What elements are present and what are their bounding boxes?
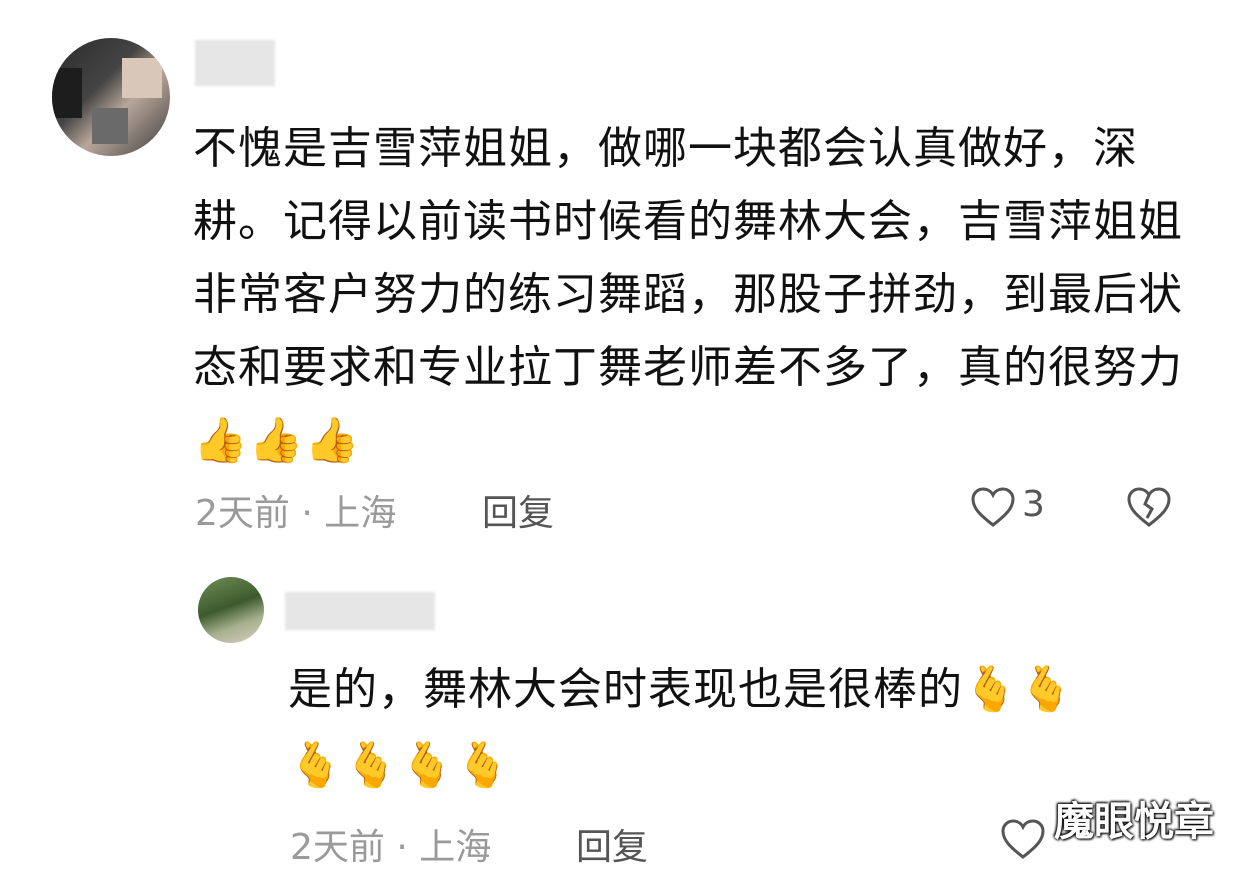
finger-heart-emoji-row: 🫰🫰🫰🫰	[288, 740, 512, 791]
avatar-pixel	[122, 58, 162, 98]
watermark: 魔眼悦章	[1054, 799, 1214, 845]
broken-heart-dislike-icon[interactable]	[1126, 486, 1172, 528]
comment-body: 不愧是吉雪萍姐姐，做哪一块都会认真做好，深耕。记得以前读书时候看的舞林大会，吉雪…	[193, 112, 1183, 477]
reply-text: 是的，舞林大会时表现也是很棒的	[288, 664, 963, 715]
reply-heart-like-icon[interactable]	[1000, 818, 1046, 860]
commenter-name-blurred[interactable]	[195, 40, 275, 86]
commenter-avatar[interactable]	[52, 38, 170, 156]
reply-reply-button[interactable]: 回复	[576, 818, 648, 870]
replier-avatar[interactable]	[198, 577, 264, 643]
thumbs-up-emoji: 👍👍👍	[193, 415, 361, 466]
like-count: 3	[1022, 484, 1045, 525]
replier-name-blurred[interactable]	[285, 592, 435, 630]
comment-time-location: 2天前 · 上海	[195, 493, 397, 534]
finger-heart-emoji: 🫰🫰	[963, 664, 1075, 715]
reply-button[interactable]: 回复	[482, 484, 554, 536]
avatar-pixel	[92, 108, 128, 144]
avatar-pixel	[52, 68, 82, 118]
heart-like-icon[interactable]	[970, 486, 1016, 528]
reply-time-location: 2天前 · 上海	[290, 827, 492, 868]
comment-text: 不愧是吉雪萍姐姐，做哪一块都会认真做好，深耕。记得以前读书时候看的舞林大会，吉雪…	[193, 123, 1183, 393]
reply-body: 是的，舞林大会时表现也是很棒的🫰🫰 🫰🫰🫰🫰	[288, 652, 1168, 804]
